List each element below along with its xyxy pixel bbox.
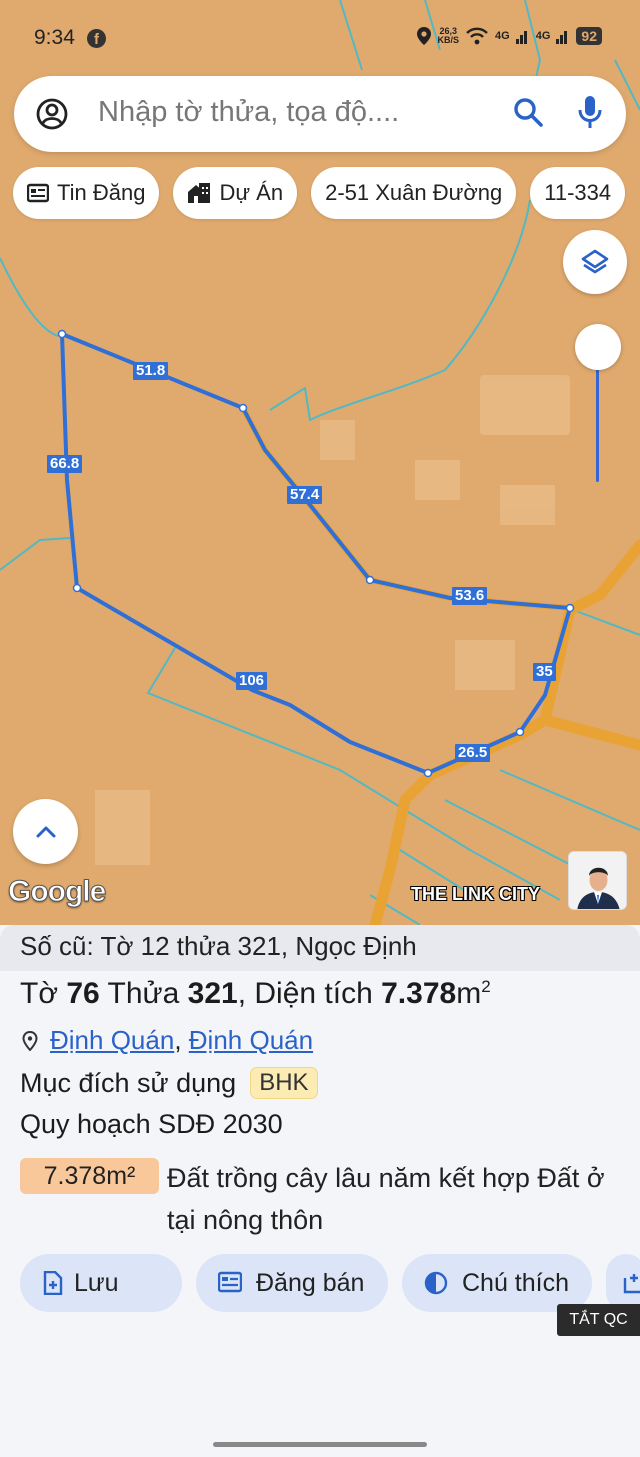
signal-4g-1: 4G (495, 30, 510, 42)
chip-recent-search[interactable]: 2-51 Xuân Đường (311, 167, 517, 219)
expand-sheet-button[interactable] (13, 799, 78, 864)
microphone-icon[interactable] (577, 94, 603, 132)
wifi-icon (466, 27, 488, 45)
commune-link[interactable]: Định Quán (189, 1025, 313, 1056)
facebook-icon: f (87, 29, 106, 48)
land-use-label: Mục đích sử dụng (20, 1067, 237, 1098)
edge-length-label: 35 (533, 663, 556, 681)
edge-length-label: 106 (236, 672, 268, 690)
building-icon (188, 183, 211, 203)
status-bar: 9:34 f 26,3 KB/S 4G 4G 92 (0, 26, 640, 56)
save-button[interactable]: Lưu (20, 1254, 182, 1312)
sheet-number: 76 (66, 977, 100, 1010)
save-plus-icon (43, 1271, 63, 1295)
edge-length-label: 26.5 (455, 744, 491, 762)
add-photo-icon (623, 1274, 640, 1294)
agent-avatar[interactable] (568, 851, 627, 910)
planning-description: Đất trồng cây lâu năm kết hợp Đất ở tại … (167, 1163, 605, 1235)
battery-indicator: 92 (576, 27, 602, 45)
chip-du-an[interactable]: Dự Án (173, 167, 298, 219)
planning-label: Quy hoạch SDĐ 2030 (20, 1109, 283, 1139)
clock: 9:34 (34, 26, 75, 49)
ads-off-button[interactable]: TẮT QC (557, 1304, 640, 1336)
search-icon[interactable] (512, 96, 546, 130)
newspaper-icon (27, 183, 49, 203)
person-photo-icon (569, 852, 626, 909)
edge-length-label: 66.8 (47, 455, 83, 473)
action-buttons: Lưu Đăng bán Chú thích (20, 1254, 640, 1312)
planning-area-badge: 7.378m² (20, 1158, 159, 1194)
post-for-sale-button[interactable]: Đăng bán (196, 1254, 388, 1312)
filter-chips: Tin Đăng Dự Án 2-51 Xuân Đường 11-334 (13, 167, 626, 219)
watermark-brand: THE LINK CITY (411, 884, 540, 904)
parcel-info-sheet: Tờ 76 Thửa 321, Diện tích 7.378m2 Định Q… (0, 971, 640, 1457)
parcel-location: Định Quán, Định Quán (22, 1025, 313, 1056)
district-link[interactable]: Định Quán (50, 1025, 174, 1056)
home-indicator[interactable] (213, 1442, 427, 1447)
land-use-badge: BHK (250, 1067, 318, 1099)
land-use-row: Mục đích sử dụng BHK (20, 1067, 318, 1099)
search-input[interactable]: Nhập tờ thửa, tọa độ.... (98, 96, 399, 129)
old-parcel-info: Số cũ: Tờ 12 thửa 321, Ngọc Định (0, 925, 640, 971)
chevron-up-icon (36, 826, 55, 837)
plot-number: 321 (187, 977, 238, 1010)
chip-label: 2-51 Xuân Đường (325, 180, 503, 205)
location-icon (416, 27, 431, 45)
save-button-label: Lưu (74, 1268, 119, 1297)
parcel-area: 7.378 (381, 977, 457, 1010)
chip-label: Dự Án (219, 180, 284, 205)
account-icon[interactable] (36, 98, 68, 130)
half-circle-icon (424, 1271, 448, 1295)
chip-label: Tin Đăng (57, 180, 146, 205)
listing-icon (218, 1271, 242, 1293)
chip-recent-search[interactable]: 11-334 (530, 167, 626, 219)
signal-bars-icon (515, 31, 527, 44)
map-view[interactable]: 51.8 66.8 57.4 53.6 35 106 26.5 9:34 f 2… (0, 0, 640, 925)
search-bar[interactable]: Nhập tờ thửa, tọa độ.... (14, 76, 626, 152)
layers-button[interactable] (563, 230, 627, 294)
edge-length-label: 53.6 (452, 587, 488, 605)
chip-label: 11-334 (544, 180, 612, 205)
edge-length-label: 51.8 (133, 362, 169, 380)
location-pin-icon (22, 1030, 38, 1051)
post-for-sale-label: Đăng bán (256, 1268, 365, 1297)
edge-length-label: 57.4 (287, 486, 323, 504)
legend-label: Chú thích (462, 1268, 570, 1297)
signal-bars-icon (556, 31, 568, 44)
opacity-slider-handle[interactable] (575, 324, 621, 370)
signal-4g-2: 4G (535, 30, 551, 42)
net-speed: 26,3 KB/S (437, 26, 460, 45)
chip-tin-dang[interactable]: Tin Đăng (13, 167, 160, 219)
layers-icon (581, 249, 609, 274)
parcel-title: Tờ 76 Thửa 321, Diện tích 7.378m2 (20, 977, 491, 1010)
google-logo: Google (7, 875, 106, 909)
